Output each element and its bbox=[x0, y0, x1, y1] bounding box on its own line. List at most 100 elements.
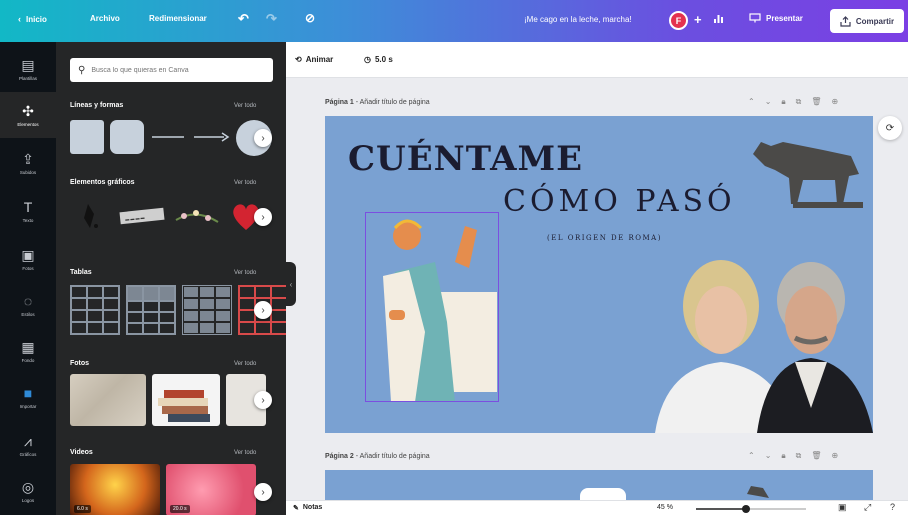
duplicate-icon[interactable]: ⧉ bbox=[796, 451, 802, 461]
zoom-slider-knob[interactable] bbox=[742, 505, 750, 513]
nav-item-text[interactable]: T Texto bbox=[0, 188, 56, 234]
section-title-photos: Fotos bbox=[70, 360, 90, 367]
notes-label: Notas bbox=[302, 504, 323, 511]
share-button[interactable]: Compartir bbox=[830, 9, 904, 33]
cloud-saved-icon[interactable]: ⊘ bbox=[305, 11, 315, 25]
see-all-link[interactable]: Ver todo bbox=[234, 180, 256, 186]
add-page-icon[interactable]: ⊕ bbox=[832, 451, 839, 461]
page-1-header[interactable]: Página 1 - Añadir título de página bbox=[325, 99, 430, 106]
nav-item-charts[interactable]: ⩘ Gráficos bbox=[0, 422, 56, 468]
chevron-right-icon[interactable]: › bbox=[254, 391, 272, 409]
share-label: Compartir bbox=[855, 16, 895, 26]
home-button[interactable]: ‹ Inicio bbox=[18, 14, 47, 24]
zoom-slider[interactable] bbox=[696, 505, 806, 513]
page-count-icon[interactable]: ▣ bbox=[838, 502, 847, 513]
add-collaborator-icon[interactable]: + bbox=[694, 12, 702, 27]
chevron-up-icon[interactable]: ⌃ bbox=[748, 97, 755, 107]
resize-button[interactable]: Redimensionar bbox=[149, 14, 207, 23]
photo-thumb-paper[interactable] bbox=[70, 374, 146, 426]
undo-icon[interactable]: ↶ bbox=[238, 11, 249, 27]
chevron-up-icon[interactable]: ⌃ bbox=[748, 451, 755, 461]
nav-label: Fotos bbox=[22, 265, 34, 271]
page-title-placeholder[interactable]: - Añadir título de página bbox=[354, 453, 430, 460]
upload-icon: ⇪ bbox=[22, 150, 34, 167]
rounded-square-shape[interactable] bbox=[110, 120, 144, 154]
trash-icon[interactable]: 🗑︎ bbox=[811, 97, 821, 107]
line-shape[interactable] bbox=[150, 120, 186, 154]
chevron-right-icon[interactable]: › bbox=[254, 129, 272, 147]
square-shape[interactable] bbox=[70, 120, 104, 154]
page-title-placeholder[interactable]: - Añadir título de página bbox=[354, 99, 430, 106]
photo-thumb-books[interactable] bbox=[152, 374, 220, 426]
file-menu-button[interactable]: Archivo bbox=[90, 14, 120, 23]
animate-icon: ⟲ bbox=[295, 55, 302, 64]
redo-icon[interactable]: ↷ bbox=[266, 11, 277, 27]
table-thumb-dark[interactable] bbox=[182, 285, 232, 335]
see-all-link[interactable]: Ver todo bbox=[234, 361, 256, 367]
table-thumb-header[interactable] bbox=[126, 285, 176, 335]
see-all-link[interactable]: Ver todo bbox=[234, 270, 256, 276]
animate-button[interactable]: ⟲ Animar bbox=[295, 55, 333, 64]
avatar[interactable]: F bbox=[669, 11, 688, 30]
see-all-link[interactable]: Ver todo bbox=[234, 450, 256, 456]
trash-icon[interactable]: 🗑︎ bbox=[811, 451, 821, 461]
lock-icon[interactable]: 🔒︎ bbox=[781, 97, 785, 107]
actors-photo[interactable] bbox=[645, 258, 873, 433]
duplicate-icon[interactable]: ⧉ bbox=[796, 97, 802, 107]
collapse-panel-handle[interactable]: ‹ bbox=[286, 262, 296, 306]
slide-title-line-2[interactable]: CÓMO PASÓ bbox=[503, 184, 736, 219]
graphic-splatter[interactable] bbox=[70, 196, 110, 236]
graphic-flowers[interactable] bbox=[174, 196, 220, 236]
nav-item-logos[interactable]: ◎ Logos bbox=[0, 468, 56, 514]
wolf-sculpture-image[interactable] bbox=[743, 124, 869, 210]
background-icon: ▦ bbox=[21, 338, 35, 355]
slide-title-line-1[interactable]: CUÉNTAME bbox=[348, 139, 583, 179]
nav-item-photos[interactable]: ▣ Fotos bbox=[0, 236, 56, 282]
notes-button[interactable]: ✎ Notas bbox=[293, 504, 322, 512]
design-title[interactable]: ¡Me cago en la leche, marcha! bbox=[524, 15, 632, 24]
left-nav: ▤ Plantillas ✣ Elementos ⇪ Subidos T Tex… bbox=[0, 42, 56, 515]
video-thumb-pink[interactable]: 20.0 s bbox=[166, 464, 256, 515]
wolf-sculpture-image bbox=[747, 486, 769, 498]
section-title-graphics: Elementos gráficos bbox=[70, 179, 135, 186]
graphic-tape-strip[interactable]: ▬ ▬ ▬ ▬ bbox=[116, 196, 168, 236]
duration-button[interactable]: ◷ 5.0 s bbox=[364, 55, 393, 64]
search-box[interactable]: ⚲ bbox=[70, 58, 273, 82]
nav-item-elements[interactable]: ✣ Elementos bbox=[0, 92, 56, 138]
search-input[interactable] bbox=[91, 66, 262, 74]
slide-subtitle[interactable]: (EL ORIGEN DE ROMA) bbox=[547, 234, 662, 242]
nav-item-background[interactable]: ▦ Fondo bbox=[0, 328, 56, 374]
chevron-down-icon[interactable]: ⌄ bbox=[765, 451, 772, 461]
page-2-header[interactable]: Página 2 - Añadir título de página bbox=[325, 453, 430, 460]
section-title-videos: Videos bbox=[70, 449, 93, 456]
video-thumb-fire[interactable]: 6.0 s bbox=[70, 464, 160, 515]
nav-label: Estilos bbox=[21, 311, 35, 317]
nav-item-import[interactable]: ■ Importar bbox=[0, 374, 56, 420]
nav-item-uploads[interactable]: ⇪ Subidos bbox=[0, 140, 56, 186]
add-page-icon[interactable]: ⊕ bbox=[832, 97, 839, 107]
help-icon[interactable]: ? bbox=[890, 502, 895, 512]
present-icon bbox=[749, 13, 761, 23]
nav-label: Importar bbox=[19, 403, 37, 409]
see-all-link[interactable]: Ver todo bbox=[234, 103, 256, 109]
refresh-icon[interactable]: ⟳ bbox=[878, 116, 902, 140]
nav-item-templates[interactable]: ▤ Plantillas bbox=[0, 46, 56, 92]
fullscreen-icon[interactable]: ⤢ bbox=[864, 502, 871, 513]
scroll-to-top-handle[interactable] bbox=[580, 488, 626, 500]
chevron-left-icon: ‹ bbox=[18, 14, 21, 24]
table-thumb-light[interactable] bbox=[70, 285, 120, 335]
chevron-right-icon[interactable]: › bbox=[254, 208, 272, 226]
chevron-right-icon[interactable]: › bbox=[254, 301, 272, 319]
present-button[interactable]: Presentar bbox=[749, 13, 803, 23]
insights-chart-icon[interactable] bbox=[713, 13, 724, 24]
zoom-value[interactable]: 45 % bbox=[657, 504, 673, 511]
slide-canvas-1[interactable]: CUÉNTAME CÓMO PASÓ (EL ORIGEN DE ROMA) bbox=[325, 116, 873, 433]
video-duration-badge: 20.0 s bbox=[170, 505, 190, 513]
lock-icon[interactable]: 🔒︎ bbox=[781, 451, 785, 461]
notes-icon: ✎ bbox=[293, 505, 299, 512]
nav-item-styles[interactable]: ◌ Estilos bbox=[0, 282, 56, 328]
layout-icon: ▤ bbox=[21, 56, 35, 73]
arrow-line-shape[interactable] bbox=[192, 120, 230, 154]
chevron-down-icon[interactable]: ⌄ bbox=[765, 97, 772, 107]
chevron-right-icon[interactable]: › bbox=[254, 483, 272, 501]
